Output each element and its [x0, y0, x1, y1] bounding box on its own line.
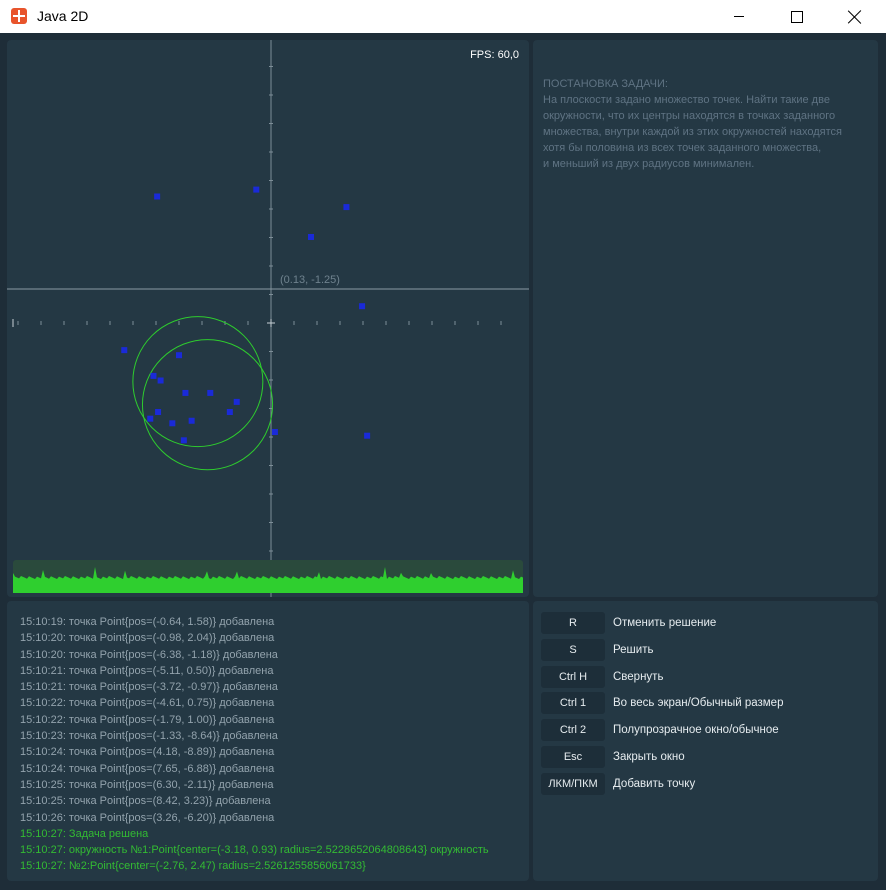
point-marker	[157, 377, 164, 384]
point-marker	[121, 347, 128, 354]
point-marker	[359, 303, 366, 310]
point-marker	[155, 409, 162, 416]
shortcut-label: Свернуть	[613, 670, 664, 683]
task-text-line: хотя бы половина из всех точек заданного…	[543, 142, 822, 154]
point-marker	[207, 389, 214, 396]
shortcut-key: Ctrl 2	[541, 719, 605, 742]
close-button[interactable]	[826, 0, 884, 33]
shortcut-label: Во весь экран/Обычный размер	[613, 697, 784, 710]
log-entry: 15:10:25: точка Point{pos=(6.30, -2.11)}…	[20, 778, 274, 791]
point-marker	[147, 415, 154, 422]
shortcut-label: Полупрозрачное окно/обычное	[613, 724, 779, 737]
task-text: На плоскости задано множество точек. Най…	[543, 92, 878, 172]
task-text-line: и меньший из двух радиусов минимален.	[543, 158, 755, 170]
minimize-button[interactable]	[710, 0, 768, 33]
log-entry: 15:10:27: Задача решена	[20, 827, 149, 840]
maximize-button[interactable]	[768, 0, 826, 33]
point-marker	[180, 437, 187, 444]
log-entry: 15:10:24: точка Point{pos=(4.18, -8.89)}…	[20, 746, 275, 759]
point-marker	[253, 186, 260, 193]
point-marker	[364, 432, 371, 439]
shortcut-label: Отменить решение	[613, 617, 717, 629]
shortcut-key: ЛКМ/ПКМ	[541, 772, 605, 795]
log-panel: 15:10:19: точка Point{pos=(-0.64, 1.58)}…	[7, 601, 529, 881]
log-entry: 15:10:22: точка Point{pos=(-1.79, 1.00)}…	[20, 713, 275, 726]
log-entry: 15:10:27: №2:Point{center=(-2.76, 2.47) …	[20, 860, 366, 873]
task-text-line: множества, внутри каждой из этих окружно…	[543, 126, 843, 138]
log-entry: 15:10:27: окружность №1:Point{center=(-3…	[20, 844, 489, 857]
shortcut-label: Решить	[613, 643, 654, 656]
shortcut-key: Ctrl H	[541, 665, 605, 688]
log-entry: 15:10:19: точка Point{pos=(-0.64, 1.58)}…	[20, 616, 275, 628]
log-entry: 15:10:24: точка Point{pos=(7.65, -6.88)}…	[20, 762, 275, 775]
shortcut-key: R	[541, 612, 605, 634]
log-entry: 15:10:25: точка Point{pos=(8.42, 3.23)} …	[20, 795, 271, 808]
point-marker	[154, 193, 161, 200]
app-icon	[11, 8, 27, 24]
point-marker	[233, 398, 240, 405]
shortcut-key: Esc	[541, 746, 605, 768]
title-bar[interactable]: Java 2D	[0, 0, 886, 33]
task-description-panel: ПОСТАНОВКА ЗАДАЧИ: На плоскости задано м…	[533, 40, 878, 597]
shortcut-label: Добавить точку	[613, 777, 696, 790]
point-marker	[343, 204, 350, 211]
log-entry: 15:10:22: точка Point{pos=(-4.61, 0.75)}…	[20, 697, 275, 710]
fps-counter: FPS: 60,0	[470, 49, 519, 61]
point-marker	[182, 389, 189, 396]
point-marker	[150, 372, 157, 379]
point-marker	[226, 409, 233, 416]
log-list: 15:10:19: точка Point{pos=(-0.64, 1.58)}…	[20, 614, 529, 875]
log-entry: 15:10:20: точка Point{pos=(-0.98, 2.04)}…	[20, 632, 275, 645]
plot-canvas[interactable]: (0.13, -1.25)	[7, 40, 529, 597]
task-title: ПОСТАНОВКА ЗАДАЧИ:	[543, 78, 668, 90]
point-marker	[308, 233, 315, 240]
point-marker	[169, 420, 176, 427]
log-entry: 15:10:20: точка Point{pos=(-6.38, -1.18)…	[20, 648, 278, 661]
maximize-icon	[791, 10, 803, 23]
shortcut-label: Закрыть окно	[613, 751, 685, 763]
cursor-coordinate-label: (0.13, -1.25)	[280, 274, 340, 286]
task-text-line: окружности, что их центры находятся в то…	[543, 110, 836, 122]
minimize-icon	[734, 16, 744, 17]
shortcuts-panel: R Отменить решение S Решить Ctrl H Свернуть Ct…	[533, 601, 878, 881]
task-text-line: На плоскости задано множество точек. Най…	[543, 94, 830, 106]
window-title: Java 2D	[37, 8, 89, 24]
log-entry: 15:10:21: точка Point{pos=(-3.72, -0.97)…	[20, 681, 278, 694]
log-entry: 15:10:21: точка Point{pos=(-5.11, 0.50)}…	[20, 664, 274, 677]
canvas-panel[interactable]: (0.13, -1.25) FPS: 60,0	[7, 40, 529, 597]
point-marker	[176, 352, 182, 359]
shortcut-key: S	[541, 638, 605, 661]
log-entry: 15:10:26: точка Point{pos=(3.26, -6.20)}…	[20, 811, 275, 824]
log-entry: 15:10:23: точка Point{pos=(-1.33, -8.64)…	[20, 730, 278, 743]
solution-circle	[141, 339, 274, 471]
close-icon	[848, 10, 862, 24]
point-marker	[271, 429, 278, 436]
point-marker	[188, 417, 195, 424]
solution-circle	[132, 316, 264, 448]
shortcut-key: Ctrl 1	[541, 692, 605, 715]
